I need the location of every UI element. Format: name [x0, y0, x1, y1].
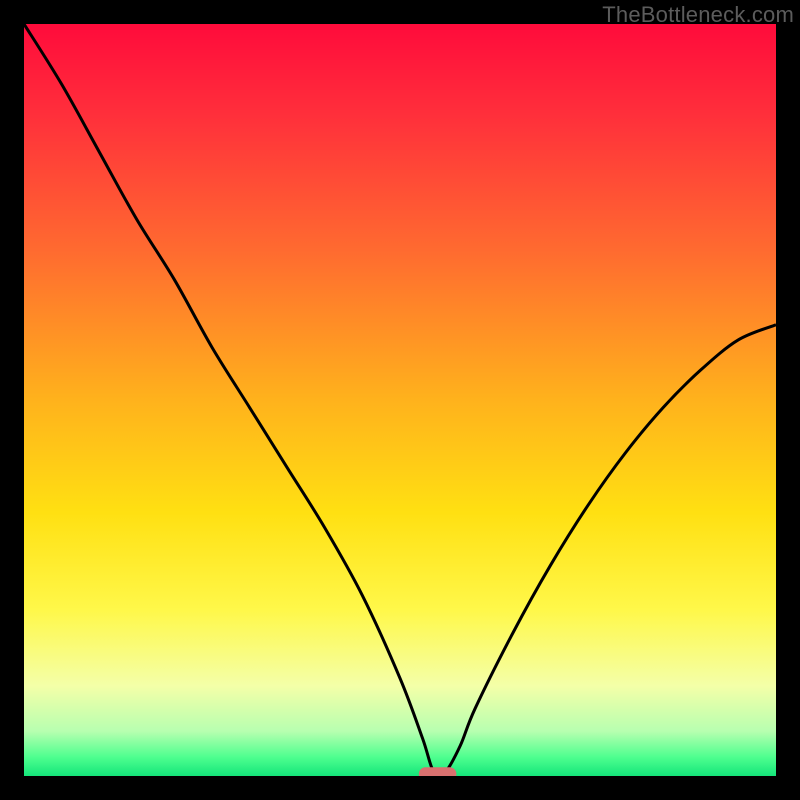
watermark-text: TheBottleneck.com	[602, 2, 794, 28]
chart-background-gradient	[24, 24, 776, 776]
chart-frame	[24, 24, 776, 776]
